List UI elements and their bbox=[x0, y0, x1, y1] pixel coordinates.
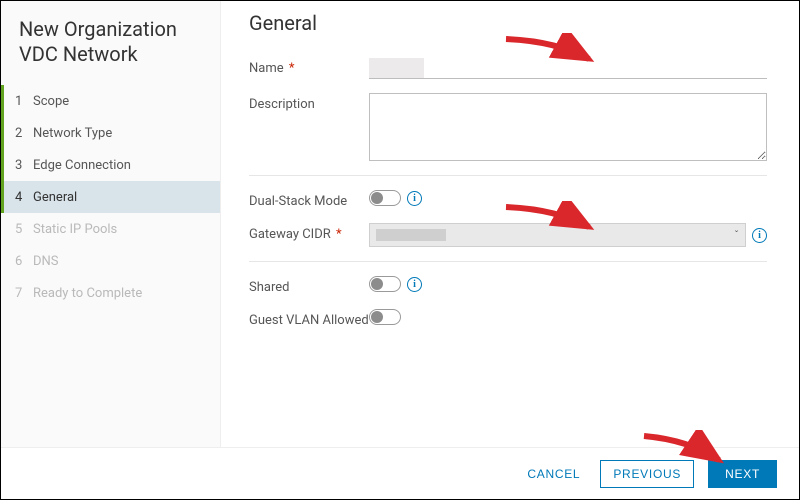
row-shared: Shared i bbox=[249, 276, 767, 295]
shared-toggle[interactable] bbox=[369, 276, 401, 292]
info-icon[interactable]: i bbox=[407, 277, 422, 292]
wizard-sidebar: New Organization VDC Network 1Scope2Netw… bbox=[1, 1, 221, 447]
step-number: 5 bbox=[15, 222, 33, 237]
wizard-title: New Organization VDC Network bbox=[1, 11, 220, 85]
gateway-cidr-value bbox=[376, 229, 446, 241]
step-label: Edge Connection bbox=[33, 158, 131, 173]
step-number: 3 bbox=[15, 158, 33, 173]
wizard-footer: CANCEL PREVIOUS NEXT bbox=[1, 447, 799, 499]
description-textarea[interactable] bbox=[369, 93, 767, 161]
wizard-dialog: New Organization VDC Network 1Scope2Netw… bbox=[0, 0, 800, 500]
divider bbox=[249, 175, 767, 176]
name-input[interactable] bbox=[369, 58, 424, 78]
step-label: Static IP Pools bbox=[33, 222, 117, 237]
step-dns: 6DNS bbox=[1, 245, 220, 277]
step-label: Scope bbox=[33, 94, 69, 109]
step-scope[interactable]: 1Scope bbox=[1, 85, 220, 117]
label-dual-stack: Dual-Stack Mode bbox=[249, 190, 369, 209]
row-dual-stack: Dual-Stack Mode i bbox=[249, 190, 767, 209]
wizard-steps: 1Scope2Network Type3Edge Connection4Gene… bbox=[1, 85, 220, 309]
row-name: Name * bbox=[249, 57, 767, 79]
label-description: Description bbox=[249, 93, 369, 112]
gateway-cidr-select[interactable]: ˇ bbox=[369, 223, 746, 247]
label-shared: Shared bbox=[249, 276, 369, 295]
info-icon[interactable]: i bbox=[752, 228, 767, 243]
label-name: Name * bbox=[249, 57, 369, 76]
step-label: General bbox=[33, 190, 77, 205]
label-guest-vlan: Guest VLAN Allowed bbox=[249, 309, 369, 328]
row-gateway-cidr: Gateway CIDR * ˇ i bbox=[249, 223, 767, 247]
step-label: Ready to Complete bbox=[33, 286, 142, 301]
row-guest-vlan: Guest VLAN Allowed bbox=[249, 309, 767, 328]
step-number: 7 bbox=[15, 286, 33, 301]
page-title: General bbox=[249, 11, 767, 35]
step-number: 2 bbox=[15, 126, 33, 141]
info-icon[interactable]: i bbox=[407, 191, 422, 206]
step-label: DNS bbox=[33, 254, 59, 269]
wizard-content: General Name * Description bbox=[221, 1, 799, 447]
step-number: 1 bbox=[15, 94, 33, 109]
row-description: Description bbox=[249, 93, 767, 161]
dual-stack-toggle[interactable] bbox=[369, 190, 401, 206]
cancel-button[interactable]: CANCEL bbox=[521, 461, 586, 487]
step-ready-to-complete: 7Ready to Complete bbox=[1, 277, 220, 309]
name-field-wrap bbox=[369, 57, 767, 79]
step-edge-connection[interactable]: 3Edge Connection bbox=[1, 149, 220, 181]
step-network-type[interactable]: 2Network Type bbox=[1, 117, 220, 149]
step-label: Network Type bbox=[33, 126, 112, 141]
chevron-down-icon: ˇ bbox=[734, 229, 739, 242]
step-number: 4 bbox=[15, 190, 33, 205]
step-number: 6 bbox=[15, 254, 33, 269]
previous-button[interactable]: PREVIOUS bbox=[600, 460, 694, 488]
label-gateway-cidr: Gateway CIDR * bbox=[249, 223, 369, 242]
required-mark: * bbox=[289, 61, 295, 76]
divider bbox=[249, 261, 767, 262]
required-mark: * bbox=[336, 227, 342, 242]
dialog-body: New Organization VDC Network 1Scope2Netw… bbox=[1, 1, 799, 447]
guest-vlan-toggle[interactable] bbox=[369, 309, 401, 325]
step-general[interactable]: 4General bbox=[1, 181, 220, 213]
step-static-ip-pools: 5Static IP Pools bbox=[1, 213, 220, 245]
next-button[interactable]: NEXT bbox=[708, 460, 777, 488]
